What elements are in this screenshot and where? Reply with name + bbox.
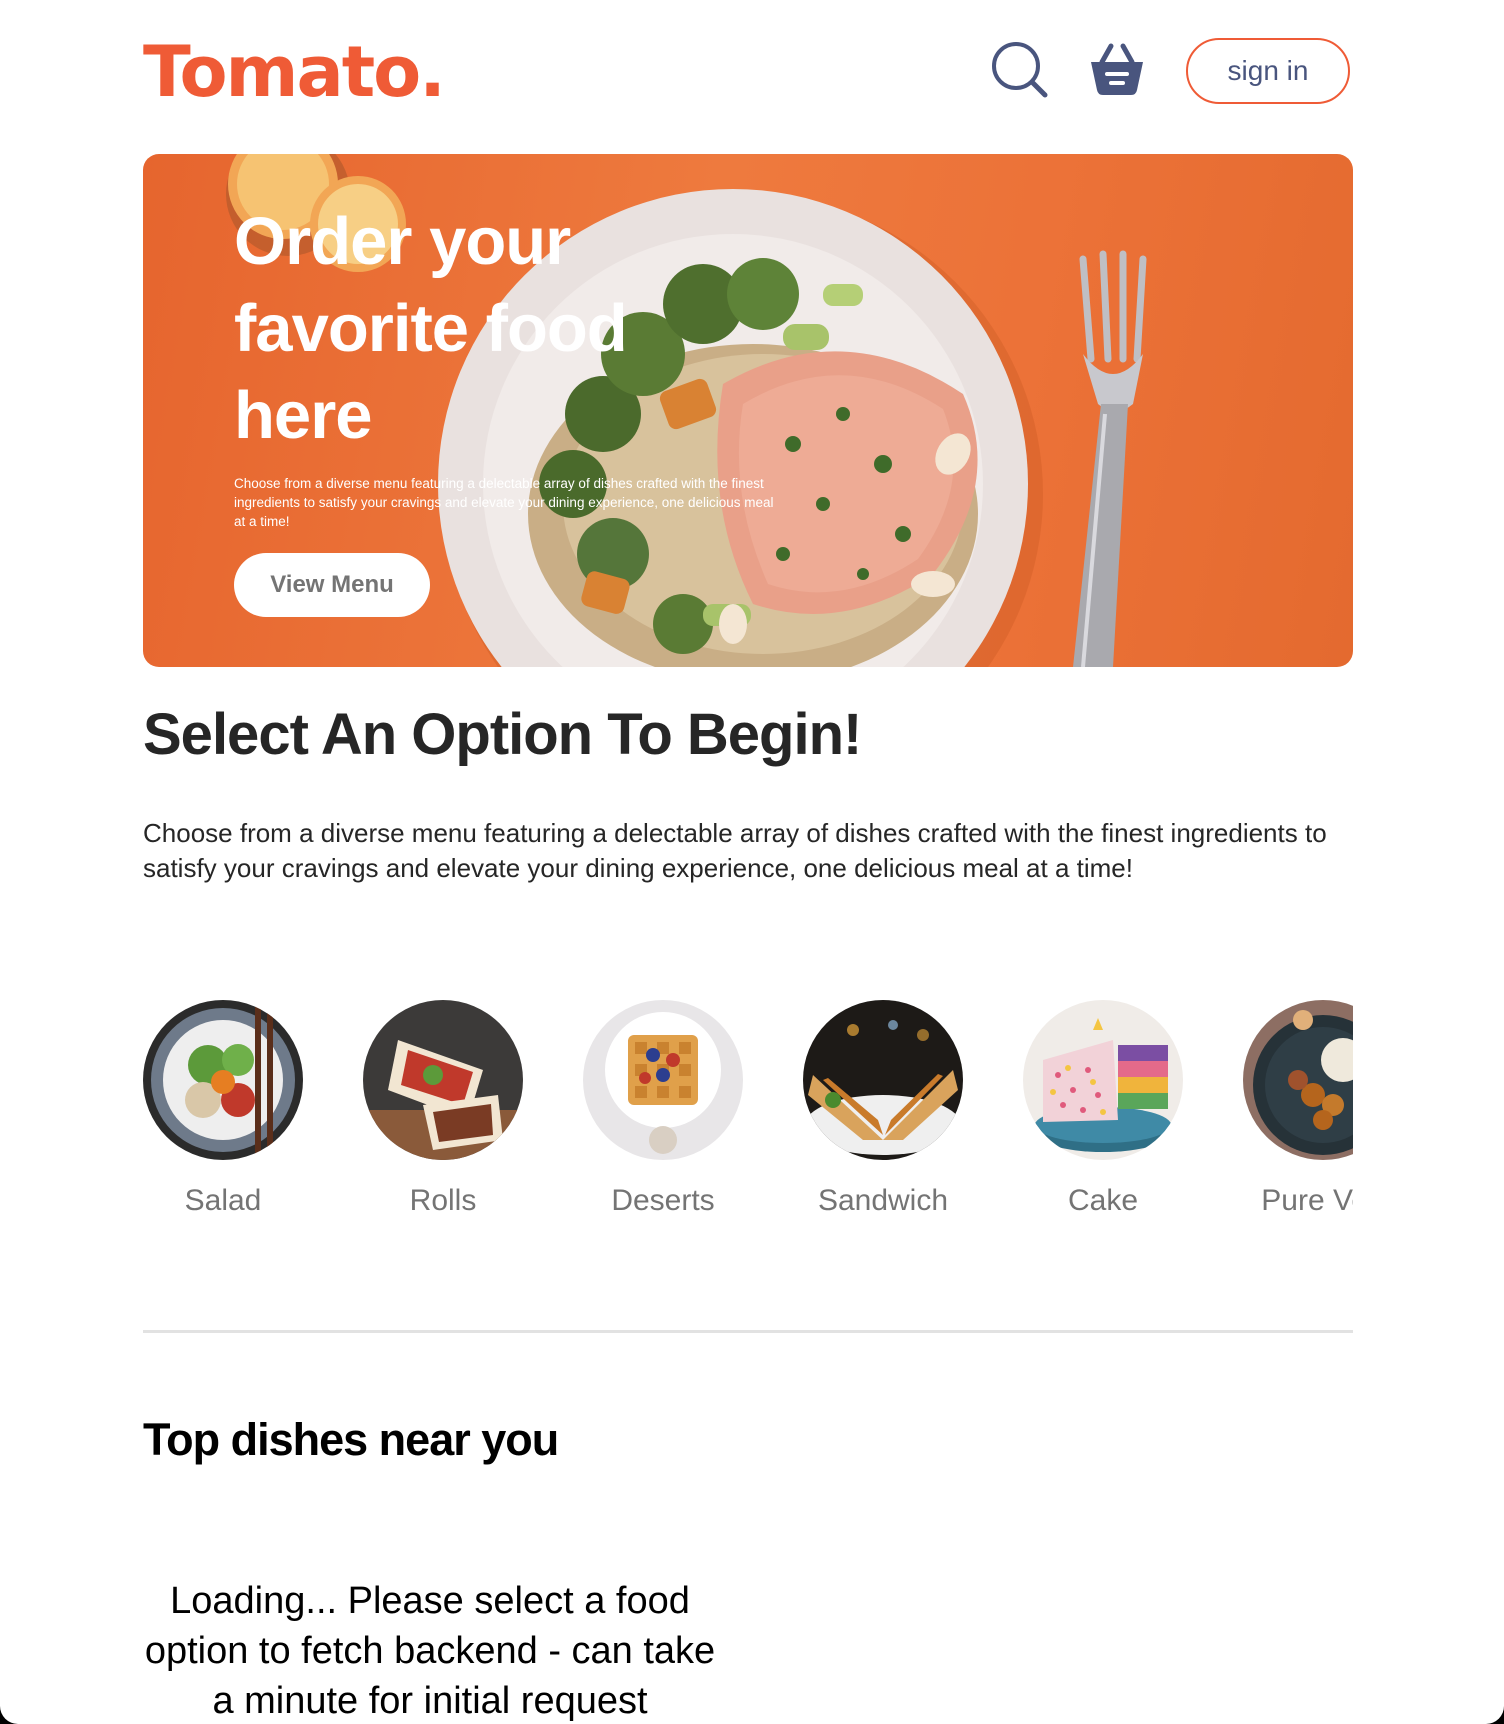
rolls-image (363, 1000, 523, 1160)
loading-message: Loading... Please select a food option t… (144, 1580, 716, 1722)
menu-item-label: Deserts (611, 1184, 715, 1217)
deserts-image (583, 1000, 743, 1160)
section-divider (143, 1330, 1353, 1333)
pure-veg-image (1243, 1000, 1353, 1160)
hero-description: Choose from a diverse menu featuring a d… (234, 476, 774, 529)
explore-menu-title: Select An Option To Begin! (143, 702, 862, 767)
menu-item-salad[interactable]: Salad (143, 998, 303, 1238)
sign-in-button[interactable]: sign in (1186, 38, 1350, 104)
view-menu-button[interactable]: View Menu (234, 553, 430, 617)
menu-item-label: Cake (1067, 1184, 1139, 1217)
menu-item-deserts[interactable]: Deserts (583, 998, 743, 1238)
menu-item-label: Sandwich (817, 1184, 949, 1217)
menu-item-label: Salad (184, 1184, 262, 1217)
menu-item-rolls[interactable]: Rolls (363, 998, 523, 1238)
cake-image (1023, 1000, 1183, 1160)
menu-item-pure-veg[interactable]: Pure Veg (1243, 998, 1353, 1238)
menu-item-label: Pure Veg (1261, 1184, 1353, 1217)
page: Tomato. sign in Order your favorite food… (0, 0, 1504, 1724)
fork (1073, 250, 1147, 667)
menu-list: Salad Rolls Deserts Sandwich Cake Pure V (143, 998, 1353, 1238)
basket-icon[interactable] (1087, 40, 1147, 100)
hero-title: Order your favorite food here (234, 204, 628, 453)
sandwich-image (803, 1000, 963, 1160)
explore-menu-description: Choose from a diverse menu featuring a d… (143, 818, 1327, 883)
search-icon[interactable] (991, 40, 1051, 100)
salad-image (143, 1000, 303, 1160)
menu-item-cake[interactable]: Cake (1023, 998, 1183, 1238)
top-dishes-title: Top dishes near you (143, 1414, 559, 1465)
logo[interactable]: Tomato. (143, 32, 446, 112)
navbar: Tomato. sign in (143, 30, 1353, 112)
menu-item-label: Rolls (409, 1184, 477, 1217)
menu-item-sandwich[interactable]: Sandwich (803, 998, 963, 1238)
hero-banner: Order your favorite food here Choose fro… (143, 154, 1353, 667)
